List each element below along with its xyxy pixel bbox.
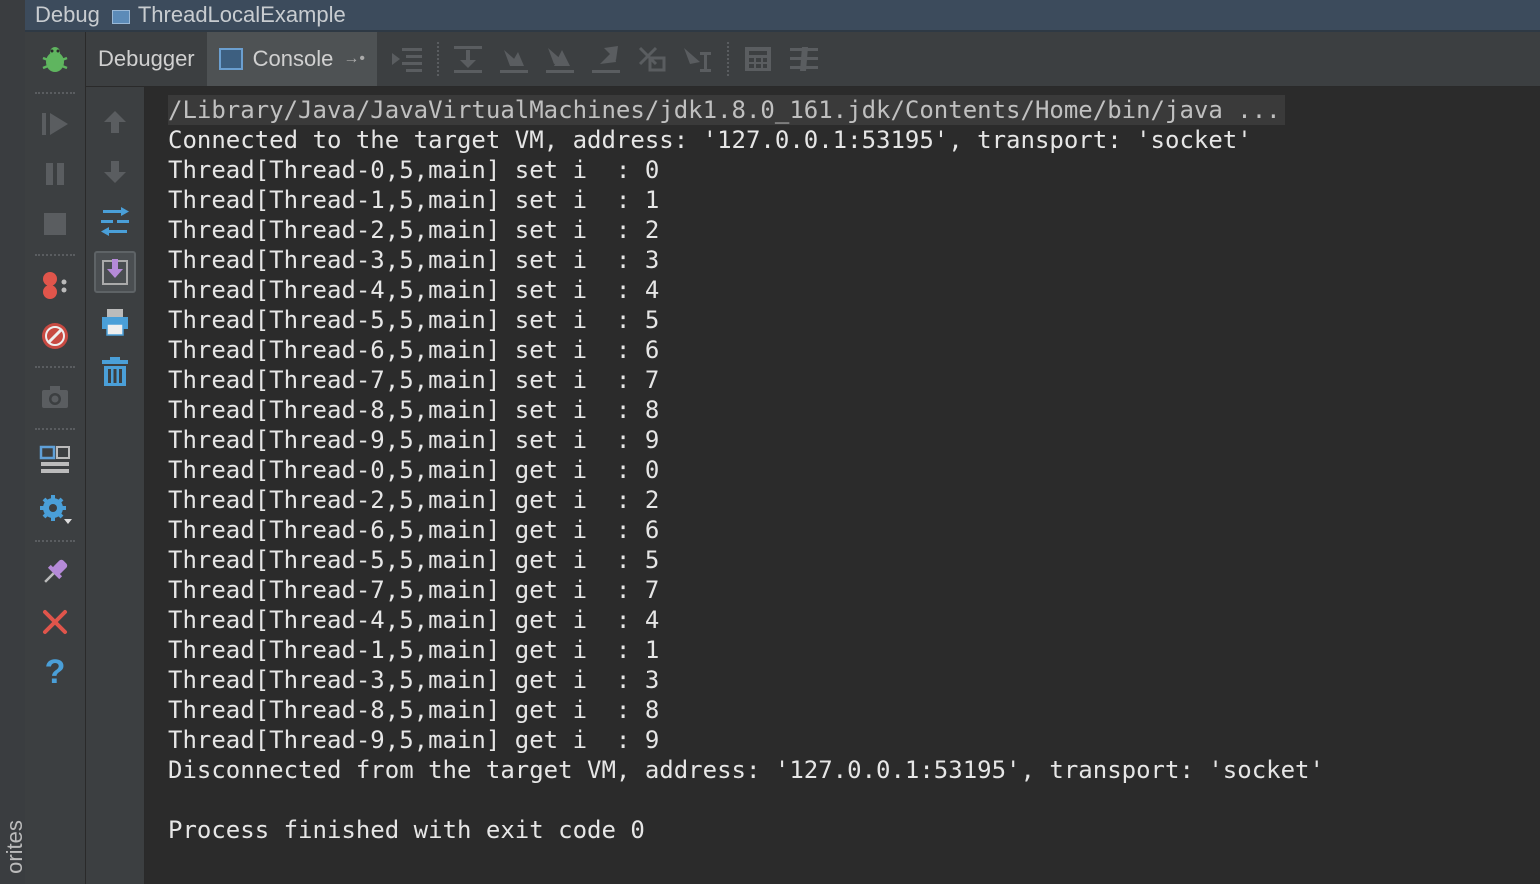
console-line: Connected to the target VM, address: '12… xyxy=(168,126,1252,154)
debug-window-title-bar: Debug ThreadLocalExample xyxy=(25,0,1540,32)
show-execution-point-icon[interactable] xyxy=(385,39,431,79)
force-step-into-icon[interactable] xyxy=(537,39,583,79)
tab-console-label: Console xyxy=(252,46,334,71)
debug-bug-icon xyxy=(37,42,73,78)
favorites-tool-tab[interactable]: orites xyxy=(2,820,28,874)
console-line: Thread[Thread-6,5,main] get i : 6 xyxy=(168,516,660,544)
console-line: Thread[Thread-8,5,main] set i : 8 xyxy=(168,396,660,424)
console-line: Thread[Thread-2,5,main] set i : 2 xyxy=(168,216,660,244)
step-out-icon[interactable] xyxy=(583,39,629,79)
console-output[interactable]: /Library/Java/JavaVirtualMachines/jdk1.8… xyxy=(146,87,1540,884)
console-line: Process finished with exit code 0 xyxy=(168,816,645,844)
drop-frame-icon[interactable] xyxy=(629,39,675,79)
print-icon[interactable] xyxy=(94,301,136,343)
resume-icon[interactable] xyxy=(37,106,73,142)
console-line: Thread[Thread-7,5,main] get i : 7 xyxy=(168,576,660,604)
soft-wrap-icon[interactable] xyxy=(94,201,136,243)
help-icon[interactable]: ? xyxy=(37,653,73,691)
console-line: Thread[Thread-1,5,main] get i : 1 xyxy=(168,636,660,664)
console-line: Thread[Thread-0,5,main] set i : 0 xyxy=(168,156,660,184)
console-command-line: /Library/Java/JavaVirtualMachines/jdk1.8… xyxy=(168,95,1285,125)
up-arrow-icon[interactable] xyxy=(94,101,136,143)
tab-console[interactable]: Console →• xyxy=(206,32,377,86)
console-line: Thread[Thread-2,5,main] get i : 2 xyxy=(168,486,660,514)
console-line: Disconnected from the target VM, address… xyxy=(168,756,1324,784)
console-icon xyxy=(218,48,243,70)
close-icon[interactable] xyxy=(37,604,73,640)
console-line: Thread[Thread-9,5,main] get i : 9 xyxy=(168,726,660,754)
tab-debugger-label: Debugger xyxy=(98,46,195,71)
console-toolbar xyxy=(86,87,145,884)
tab-options-arrow-icon[interactable]: →• xyxy=(343,50,365,68)
console-line: Thread[Thread-7,5,main] set i : 7 xyxy=(168,366,660,394)
console-line: Thread[Thread-9,5,main] set i : 9 xyxy=(168,426,660,454)
run-to-cursor-icon[interactable] xyxy=(675,39,721,79)
get-thread-dump-icon[interactable] xyxy=(37,380,73,416)
console-line: Thread[Thread-4,5,main] set i : 4 xyxy=(168,276,660,304)
evaluate-expression-icon[interactable] xyxy=(735,39,781,79)
scroll-to-end-icon[interactable] xyxy=(94,251,136,293)
console-line: Thread[Thread-4,5,main] get i : 4 xyxy=(168,606,660,634)
debug-actions-toolbar: ? xyxy=(25,32,86,884)
step-into-icon[interactable] xyxy=(491,39,537,79)
favorites-strip: orites xyxy=(0,0,28,884)
console-line: Thread[Thread-3,5,main] get i : 3 xyxy=(168,666,660,694)
mute-breakpoints-icon[interactable] xyxy=(37,318,73,354)
run-config-title: ThreadLocalExample xyxy=(137,2,346,27)
console-line: Thread[Thread-0,5,main] get i : 0 xyxy=(168,456,660,484)
stop-icon[interactable] xyxy=(37,206,73,242)
debug-title-label: Debug xyxy=(35,2,100,27)
tab-debugger[interactable]: Debugger xyxy=(86,32,207,86)
console-line: Thread[Thread-5,5,main] set i : 5 xyxy=(168,306,660,334)
console-line: Thread[Thread-6,5,main] set i : 6 xyxy=(168,336,660,364)
trace-icon[interactable] xyxy=(781,39,827,79)
console-line: Thread[Thread-5,5,main] get i : 5 xyxy=(168,546,660,574)
run-config-icon xyxy=(108,6,130,24)
console-line: Thread[Thread-3,5,main] set i : 3 xyxy=(168,246,660,274)
down-arrow-icon[interactable] xyxy=(94,151,136,193)
step-over-icon[interactable] xyxy=(445,39,491,79)
console-line: Thread[Thread-1,5,main] set i : 1 xyxy=(168,186,660,214)
pin-tab-icon[interactable] xyxy=(37,554,73,590)
clear-all-icon[interactable] xyxy=(94,351,136,393)
view-breakpoints-icon[interactable] xyxy=(37,268,73,304)
restore-layout-icon[interactable] xyxy=(37,442,73,478)
console-line: Thread[Thread-8,5,main] get i : 8 xyxy=(168,696,660,724)
pause-icon[interactable] xyxy=(37,156,73,192)
stepping-toolbar xyxy=(385,39,827,79)
debug-tab-bar: Debugger Console →• xyxy=(86,32,1540,87)
settings-icon[interactable] xyxy=(37,492,73,528)
